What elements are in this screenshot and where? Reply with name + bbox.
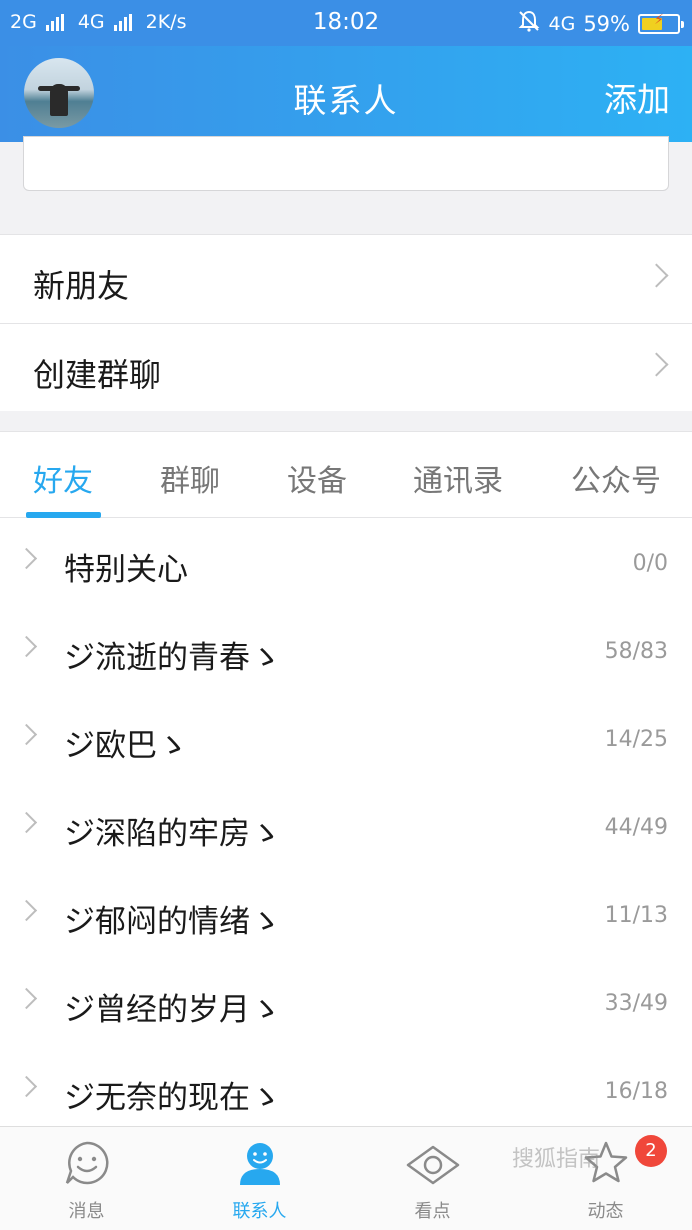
section-divider	[0, 411, 692, 431]
add-button[interactable]: 添加	[604, 73, 670, 121]
watermark: 搜狐指南	[512, 1147, 601, 1172]
eye-icon	[406, 1139, 460, 1187]
new-friends-row[interactable]: 新朋友	[0, 235, 692, 323]
group-name: ジ无奈的现在ゝ	[64, 1080, 281, 1116]
chevron-right-icon	[15, 811, 38, 834]
friend-group-list: 特别关心 0/0 ジ流逝的青春ゝ 58/83 ジ欧巴ゝ 14/25 ジ深陷的牢房…	[0, 518, 692, 1134]
list-item[interactable]: ジ流逝的青春ゝ 58/83	[0, 606, 692, 694]
page-title: 联系人	[293, 81, 399, 120]
tab-friends[interactable]: 好友	[33, 456, 93, 500]
status-right: 4G 59% ⚡	[517, 9, 684, 38]
battery-icon: ⚡	[638, 12, 684, 34]
list-item[interactable]: ジ欧巴ゝ 14/25	[0, 694, 692, 782]
status-bar: 2G 4G 2K/s 18:02 4G 59% ⚡	[0, 0, 692, 46]
contact-tabs: 好友 群聊 设备 通讯录 公众号	[0, 431, 692, 518]
message-icon	[63, 1139, 111, 1187]
group-count: 11/13	[604, 903, 668, 928]
group-count: 58/83	[604, 639, 668, 664]
search-input[interactable]	[23, 136, 669, 191]
list-item[interactable]: ジ曾经的岁月ゝ 33/49	[0, 958, 692, 1046]
group-count: 44/49	[604, 815, 668, 840]
alarm-off-icon	[517, 9, 541, 38]
menu-item-label: 新朋友	[33, 267, 130, 305]
title-bar: 联系人 添加	[0, 46, 692, 142]
notification-badge: 2	[635, 1135, 667, 1167]
nav-label: 联系人	[232, 1201, 287, 1222]
nav-label: 动态	[587, 1201, 624, 1222]
tab-devices[interactable]: 设备	[287, 456, 347, 500]
group-count: 0/0	[632, 551, 668, 576]
nav-messages[interactable]: 消息	[0, 1127, 173, 1230]
list-item[interactable]: ジ郁闷的情绪ゝ 11/13	[0, 870, 692, 958]
group-count: 14/25	[604, 727, 668, 752]
chevron-right-icon	[15, 987, 38, 1010]
nav-discover[interactable]: 看点	[346, 1127, 519, 1230]
list-item[interactable]: 特别关心 0/0	[0, 518, 692, 606]
group-name: 特别关心	[64, 552, 188, 588]
group-count: 33/49	[604, 991, 668, 1016]
group-name: ジ郁闷的情绪ゝ	[64, 904, 281, 940]
chevron-right-icon	[15, 1075, 38, 1098]
nav-label: 看点	[414, 1201, 451, 1222]
group-name: ジ曾经的岁月ゝ	[64, 992, 281, 1028]
chevron-right-icon	[644, 352, 669, 377]
tab-address-book[interactable]: 通讯录	[413, 456, 503, 500]
chevron-right-icon	[644, 263, 669, 288]
group-count: 16/18	[604, 1079, 668, 1104]
nav-contacts[interactable]: 联系人	[173, 1127, 346, 1230]
network-label-4g2: 4G	[548, 12, 576, 35]
list-item[interactable]: ジ无奈的现在ゝ 16/18	[0, 1046, 692, 1134]
create-group-chat-row[interactable]: 创建群聊	[0, 323, 692, 411]
group-name: ジ深陷的牢房ゝ	[64, 816, 281, 852]
group-name: ジ流逝的青春ゝ	[64, 640, 281, 676]
group-name: ジ欧巴ゝ	[64, 728, 188, 764]
list-item[interactable]: ジ深陷的牢房ゝ 44/49	[0, 782, 692, 870]
chevron-right-icon	[15, 635, 38, 658]
chevron-right-icon	[15, 723, 38, 746]
search-area	[0, 136, 692, 234]
contacts-icon	[236, 1139, 284, 1187]
chevron-right-icon	[15, 899, 38, 922]
contacts-menu: 新朋友 创建群聊	[0, 234, 692, 412]
chevron-right-icon	[15, 547, 38, 570]
tab-official-accounts[interactable]: 公众号	[571, 456, 661, 500]
battery-percent: 59%	[583, 11, 630, 36]
nav-label: 消息	[68, 1201, 105, 1222]
tab-groups[interactable]: 群聊	[160, 456, 220, 500]
menu-item-label: 创建群聊	[33, 356, 162, 394]
bottom-nav: 消息 联系人 看点 2 动态 搜狐指南	[0, 1126, 692, 1230]
